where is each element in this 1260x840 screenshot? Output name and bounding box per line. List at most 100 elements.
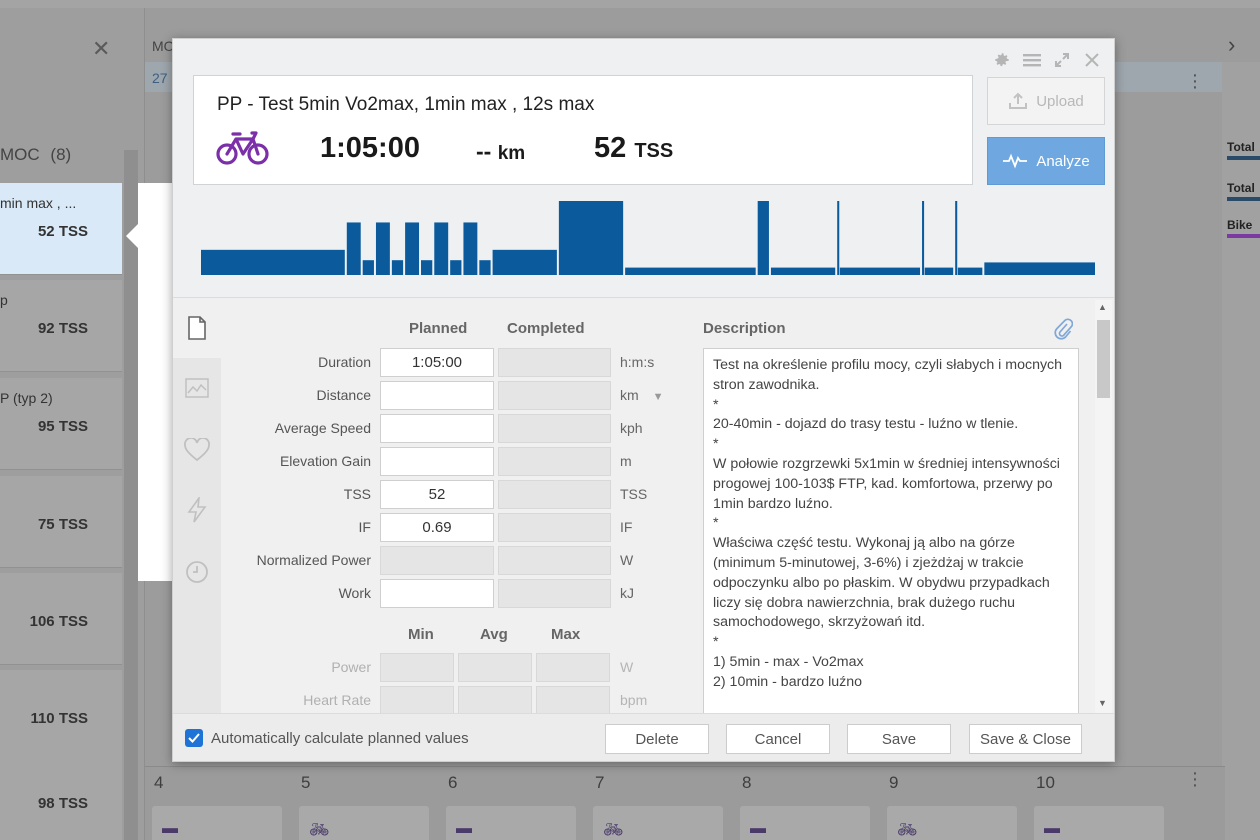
- minmax-input[interactable]: [380, 686, 454, 715]
- library-scrollbar[interactable]: [124, 150, 138, 840]
- week-summary-bar: [1227, 197, 1260, 201]
- minmax-input[interactable]: [536, 686, 610, 715]
- planned-input[interactable]: [380, 414, 494, 443]
- workout-step-bar[interactable]: [837, 201, 840, 275]
- cancel-button[interactable]: Cancel: [726, 724, 830, 754]
- workout-step-bar[interactable]: [450, 260, 462, 275]
- strength-icon: ▬: [750, 820, 766, 837]
- workout-step-bar[interactable]: [405, 222, 420, 275]
- workout-step-bar[interactable]: [421, 260, 433, 275]
- minmax-input[interactable]: [536, 653, 610, 682]
- planned-input[interactable]: [380, 447, 494, 476]
- library-card[interactable]: 110 TSS: [0, 670, 122, 762]
- completed-input[interactable]: [498, 381, 611, 410]
- more-icon[interactable]: · · ·: [1190, 65, 1200, 97]
- completed-input[interactable]: [498, 546, 611, 575]
- minmax-input[interactable]: [458, 686, 532, 715]
- upload-button[interactable]: Upload: [987, 77, 1105, 125]
- day-workout-card[interactable]: ▬: [446, 806, 576, 840]
- workout-step-bar[interactable]: [391, 260, 404, 275]
- minmax-input[interactable]: [458, 653, 532, 682]
- auto-calc-label[interactable]: Automatically calculate planned values: [211, 730, 469, 747]
- week-summary-panel: [1222, 62, 1260, 840]
- workout-step-bar[interactable]: [924, 267, 954, 275]
- library-card[interactable]: p 92 TSS: [0, 280, 122, 372]
- day-workout-card[interactable]: 🚲︎: [593, 806, 723, 840]
- planned-input[interactable]: [380, 381, 494, 410]
- save-close-button[interactable]: Save & Close: [969, 724, 1082, 754]
- field-unit: IF: [620, 519, 632, 535]
- menu-icon[interactable]: [1021, 49, 1043, 71]
- delete-button[interactable]: Delete: [605, 724, 709, 754]
- modal-body: Planned Completed Duration 1:05:00 h:m:s Di…: [173, 297, 1114, 715]
- tab-summary[interactable]: [173, 298, 221, 358]
- completed-input[interactable]: [498, 480, 611, 509]
- workout-step-bar[interactable]: [757, 201, 769, 275]
- chevron-down-icon[interactable]: ▼: [653, 391, 664, 403]
- gear-icon[interactable]: [991, 49, 1013, 71]
- workout-step-bar[interactable]: [463, 222, 478, 275]
- completed-input[interactable]: [498, 579, 611, 608]
- library-card[interactable]: 75 TSS: [0, 476, 122, 568]
- workout-title[interactable]: PP - Test 5min Vo2max, 1min max , 12s ma…: [217, 94, 594, 116]
- chevron-right-icon[interactable]: ›: [1228, 32, 1235, 58]
- workout-step-bar[interactable]: [201, 249, 345, 275]
- scroll-up-icon[interactable]: ▲: [1098, 302, 1107, 312]
- workout-step-bar[interactable]: [770, 267, 836, 275]
- save-button[interactable]: Save: [847, 724, 951, 754]
- day-workout-card[interactable]: 🚲︎: [887, 806, 1017, 840]
- close-icon[interactable]: ✕: [92, 36, 110, 62]
- workout-step-bar[interactable]: [434, 222, 449, 275]
- planned-input[interactable]: 1:05:00: [380, 348, 494, 377]
- field-unit: kph: [620, 420, 643, 436]
- workout-step-bar[interactable]: [955, 201, 958, 275]
- workout-step-bar[interactable]: [362, 260, 374, 275]
- scroll-thumb[interactable]: [1097, 320, 1110, 398]
- library-card-tss: 52 TSS: [37, 223, 88, 240]
- workout-step-bar[interactable]: [625, 267, 756, 275]
- planned-input[interactable]: 0.69: [380, 513, 494, 542]
- library-count: (8): [50, 145, 72, 164]
- paperclip-icon[interactable]: [1053, 318, 1073, 340]
- completed-input[interactable]: [498, 447, 611, 476]
- expand-icon[interactable]: [1051, 49, 1073, 71]
- library-title: MOC (8): [0, 145, 71, 165]
- field-unit[interactable]: km ▼: [620, 387, 663, 403]
- modal-scrollbar[interactable]: ▲ ▼: [1095, 300, 1112, 714]
- workout-step-bar[interactable]: [558, 201, 624, 275]
- library-card[interactable]: min max , ... 52 TSS: [0, 183, 122, 275]
- close-icon[interactable]: [1081, 49, 1103, 71]
- workout-step-bar[interactable]: [922, 201, 925, 275]
- day-workout-card[interactable]: ▬: [740, 806, 870, 840]
- completed-input[interactable]: [498, 513, 611, 542]
- description-textarea[interactable]: Test na określenie profilu mocy, czyli s…: [703, 348, 1079, 714]
- library-card[interactable]: 106 TSS: [0, 573, 122, 665]
- minmax-unit: W: [620, 659, 634, 675]
- library-card[interactable]: 98 TSS: [0, 755, 122, 840]
- workout-step-bar[interactable]: [839, 267, 921, 275]
- modal-header: PP - Test 5min Vo2max, 1min max , 12s ma…: [173, 39, 1114, 297]
- library-card-title: P (typ 2): [0, 390, 53, 406]
- planned-input[interactable]: [380, 546, 494, 575]
- workout-step-bar[interactable]: [984, 262, 1095, 275]
- day-workout-card[interactable]: 🚲︎: [299, 806, 429, 840]
- completed-header: Completed: [507, 320, 585, 337]
- workout-step-bar[interactable]: [346, 222, 361, 275]
- workout-structure-graph[interactable]: [201, 199, 1097, 275]
- scroll-down-icon[interactable]: ▼: [1098, 698, 1107, 708]
- library-card[interactable]: P (typ 2) 95 TSS: [0, 378, 122, 470]
- more-icon[interactable]: · · ·: [1190, 763, 1200, 795]
- completed-input[interactable]: [498, 414, 611, 443]
- planned-input[interactable]: 52: [380, 480, 494, 509]
- minmax-input[interactable]: [380, 653, 454, 682]
- workout-step-bar[interactable]: [957, 267, 983, 275]
- analyze-button[interactable]: Analyze: [987, 137, 1105, 185]
- workout-step-bar[interactable]: [492, 249, 557, 275]
- auto-calc-checkbox[interactable]: [185, 729, 203, 747]
- day-workout-card[interactable]: ▬: [1034, 806, 1164, 840]
- planned-input[interactable]: [380, 579, 494, 608]
- workout-step-bar[interactable]: [375, 222, 390, 275]
- day-workout-card[interactable]: ▬: [152, 806, 282, 840]
- completed-input[interactable]: [498, 348, 611, 377]
- workout-step-bar[interactable]: [479, 260, 491, 275]
